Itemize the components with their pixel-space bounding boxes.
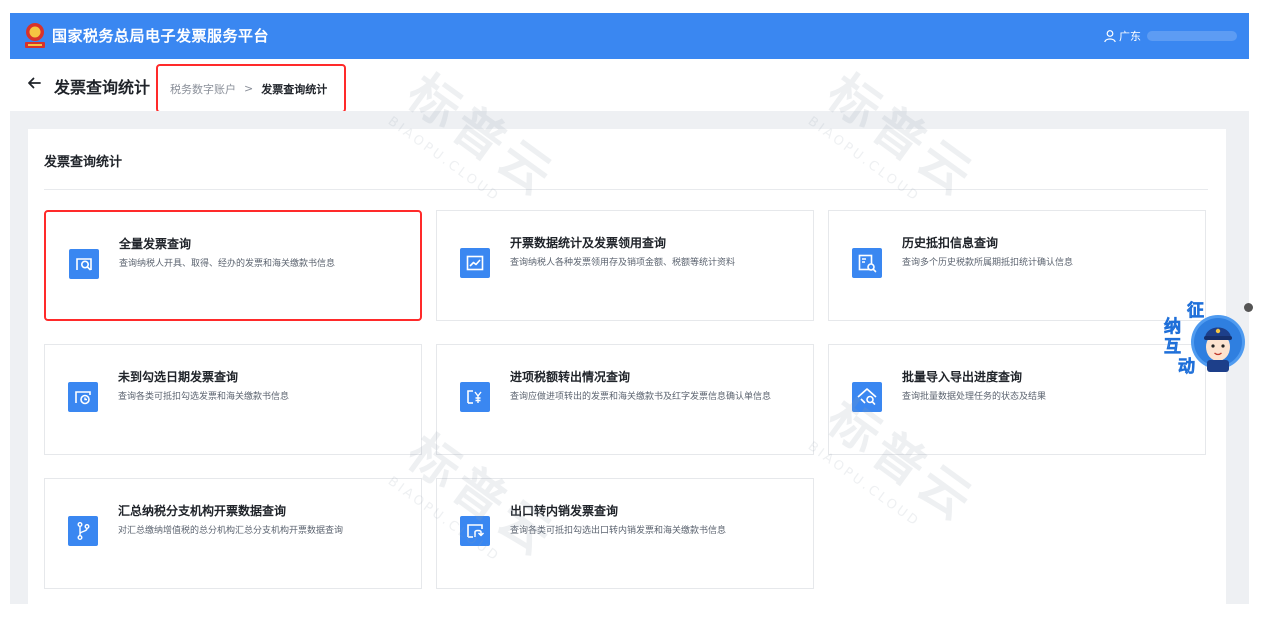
card-input-tax-transfer[interactable]: 进项税额转出情况查询 查询应做进项转出的发票和海关缴款书及红字发票信息确认单信息 xyxy=(436,344,814,455)
user-icon xyxy=(1104,30,1116,43)
card-description: 查询纳税人各种发票领用存及销项金额、税额等统计资料 xyxy=(510,258,736,268)
batch-progress-icon xyxy=(852,382,882,412)
tax-interaction-assistant[interactable]: 征 纳 互 动 xyxy=(1160,300,1248,380)
card-export-to-domestic[interactable]: 出口转内销发票查询 查询各类可抵扣勾选出口转内销发票和海关缴款书信息 xyxy=(436,478,814,589)
card-unchecked-date-query[interactable]: 未到勾选日期发票查询 查询各类可抵扣勾选发票和海关缴款书信息 xyxy=(44,344,422,455)
card-title: 全量发票查询 xyxy=(119,237,192,251)
card-title: 开票数据统计及发票领用查询 xyxy=(510,236,667,250)
query-panel: 发票查询统计 全量发票查询 查询纳税人开具、取得、经办的发票和海关缴款书信息 开… xyxy=(28,129,1226,604)
card-branch-invoice-data[interactable]: 汇总纳税分支机构开票数据查询 对汇总缴纳增值税的总分机构汇总分支机构开票数据查询 xyxy=(44,478,422,589)
card-history-deduction[interactable]: 历史抵扣信息查询 查询多个历史税款所属期抵扣统计确认信息 xyxy=(828,210,1206,321)
card-title: 批量导入导出进度查询 xyxy=(902,370,1023,384)
card-title: 出口转内销发票查询 xyxy=(510,504,619,518)
card-title: 历史抵扣信息查询 xyxy=(902,236,999,250)
breadcrumb-item-tax-account[interactable]: 税务数字账户 xyxy=(170,81,236,97)
page-title-bar: 发票查询统计 税务数字账户 > 发票查询统计 xyxy=(10,59,1249,113)
invoice-search-icon xyxy=(69,249,99,279)
back-arrow-icon[interactable] xyxy=(26,75,42,91)
user-name: 广东 xyxy=(1119,30,1141,43)
helper-close-button[interactable] xyxy=(1244,303,1253,312)
main-content: 发票查询统计 全量发票查询 查询纳税人开具、取得、经办的发票和海关缴款书信息 开… xyxy=(10,111,1249,604)
branch-icon xyxy=(68,516,98,546)
user-name-redacted xyxy=(1147,31,1237,41)
history-search-icon xyxy=(852,248,882,278)
card-description: 查询各类可抵扣勾选发票和海关缴款书信息 xyxy=(118,392,290,402)
helper-char-4: 动 xyxy=(1178,357,1195,377)
card-description: 查询多个历史税款所属期抵扣统计确认信息 xyxy=(902,258,1074,268)
page-title: 发票查询统计 xyxy=(54,78,151,97)
card-title: 未到勾选日期发票查询 xyxy=(118,370,239,384)
clock-icon xyxy=(68,382,98,412)
app-title: 国家税务总局电子发票服务平台 xyxy=(52,27,270,45)
card-title: 汇总纳税分支机构开票数据查询 xyxy=(118,504,287,518)
card-description: 对汇总缴纳增值税的总分机构汇总分支机构开票数据查询 xyxy=(118,526,344,536)
trend-chart-icon xyxy=(460,248,490,278)
card-description: 查询各类可抵扣勾选出口转内销发票和海关缴款书信息 xyxy=(510,526,727,536)
yen-document-icon xyxy=(460,382,490,412)
helper-char-2: 纳 xyxy=(1164,316,1181,337)
section-divider xyxy=(44,189,1208,190)
top-header-bar: 国家税务总局电子发票服务平台 广东 xyxy=(10,13,1249,59)
card-description: 查询批量数据处理任务的状态及结果 xyxy=(902,392,1047,402)
breadcrumb: 税务数字账户 > 发票查询统计 xyxy=(156,64,346,113)
user-menu[interactable]: 广东 xyxy=(1103,27,1237,45)
section-title: 发票查询统计 xyxy=(44,155,123,170)
card-description: 查询应做进项转出的发票和海关缴款书及红字发票信息确认单信息 xyxy=(510,392,772,402)
helper-char-1: 征 xyxy=(1187,300,1204,321)
tax-emblem-icon xyxy=(25,23,45,48)
helper-char-3: 互 xyxy=(1164,337,1181,357)
card-description: 查询纳税人开具、取得、经办的发票和海关缴款书信息 xyxy=(119,259,336,269)
breadcrumb-separator: > xyxy=(244,82,254,95)
card-invoice-statistics[interactable]: 开票数据统计及发票领用查询 查询纳税人各种发票领用存及销项金额、税额等统计资料 xyxy=(436,210,814,321)
card-full-invoice-query[interactable]: 全量发票查询 查询纳税人开具、取得、经办的发票和海关缴款书信息 xyxy=(44,210,422,321)
breadcrumb-item-current: 发票查询统计 xyxy=(261,82,328,96)
card-title: 进项税额转出情况查询 xyxy=(510,370,631,384)
export-return-icon xyxy=(460,516,490,546)
card-batch-progress[interactable]: 批量导入导出进度查询 查询批量数据处理任务的状态及结果 xyxy=(828,344,1206,455)
